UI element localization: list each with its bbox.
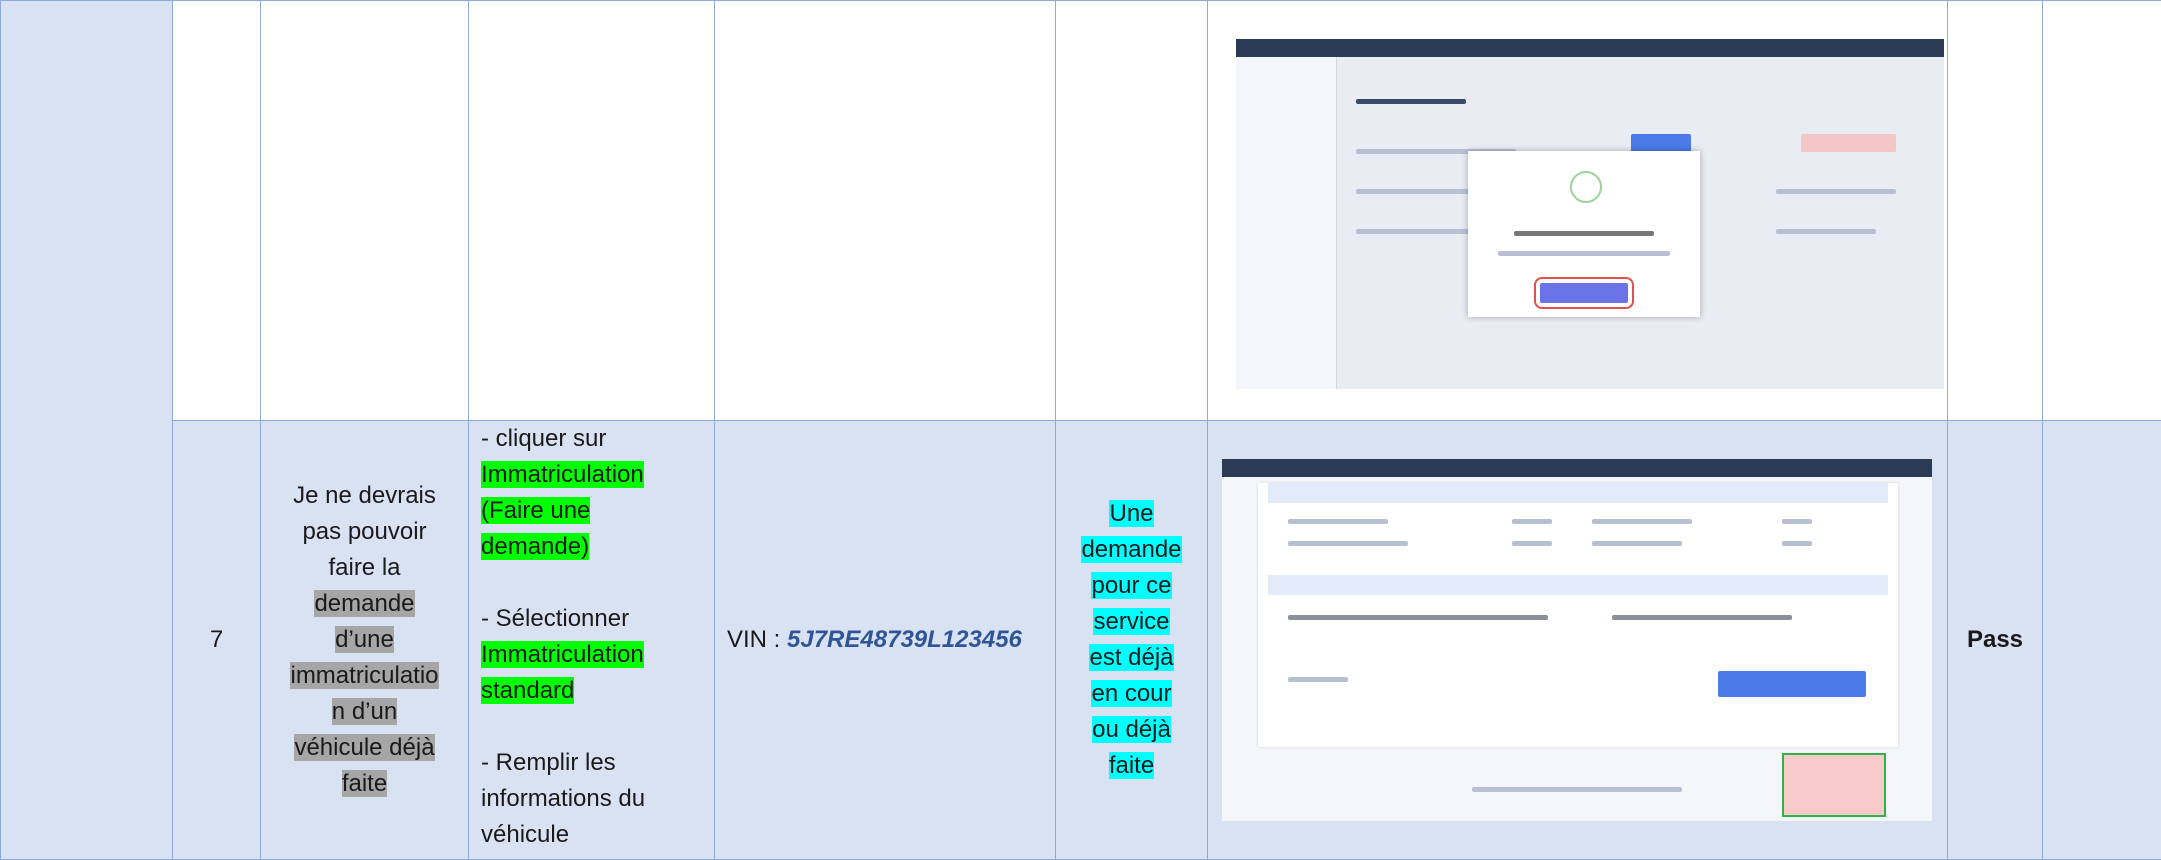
confirmation-modal bbox=[1468, 151, 1700, 317]
case-steps: - cliquer sur Immatriculation (Faire une… bbox=[468, 420, 715, 860]
error-toast bbox=[1782, 753, 1886, 817]
screenshot-cell bbox=[1207, 420, 1948, 860]
steps-cell bbox=[468, 0, 715, 421]
description-cell bbox=[260, 0, 469, 421]
form-screenshot bbox=[1222, 459, 1932, 821]
browser-bar bbox=[1222, 459, 1932, 477]
row-group-cell bbox=[0, 0, 173, 860]
table-row bbox=[0, 0, 2161, 860]
status-cell bbox=[1947, 0, 2043, 421]
case-test-data: VIN : 5J7RE48739L123456 bbox=[714, 420, 1056, 860]
case-status: Pass bbox=[1947, 420, 2043, 860]
app-sidebar bbox=[1236, 57, 1337, 389]
case-description: Je ne devrais pas pouvoir faire la deman… bbox=[260, 420, 469, 860]
table-row: 7 Je ne devrais pas pouvoir faire la dem… bbox=[1, 420, 2161, 860]
browser-bar bbox=[1236, 39, 1944, 57]
test-data-cell bbox=[714, 0, 1056, 421]
comment-cell bbox=[2042, 0, 2161, 421]
expected-result-cell bbox=[1055, 0, 1208, 421]
check-icon bbox=[1570, 171, 1602, 203]
screenshot-cell bbox=[1207, 0, 1948, 421]
comment-cell bbox=[2042, 420, 2161, 860]
modal-screenshot bbox=[1236, 39, 1944, 389]
case-expected-result: Une demande pour ce service est déjà en … bbox=[1055, 420, 1208, 860]
test-case-table: 7 Je ne devrais pas pouvoir faire la dem… bbox=[0, 0, 2161, 860]
case-number: 7 bbox=[172, 420, 261, 860]
case-number-cell bbox=[172, 0, 261, 421]
